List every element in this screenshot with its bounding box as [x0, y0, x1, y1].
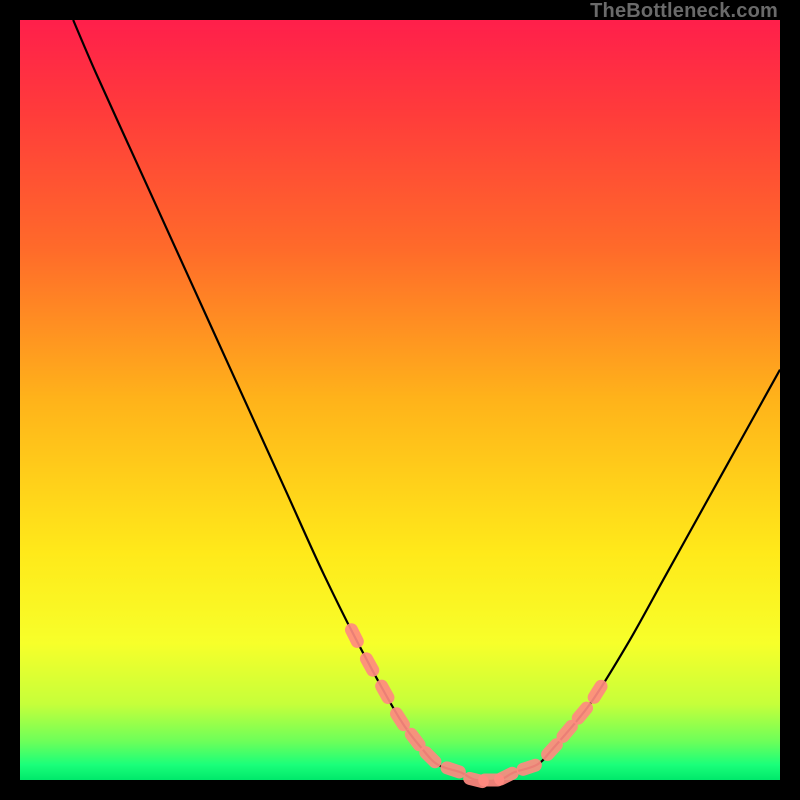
chart-frame: [20, 20, 780, 780]
curve-marker: [373, 677, 397, 706]
curve-markers: [343, 621, 610, 789]
curve-marker: [439, 760, 468, 781]
watermark-text: TheBottleneck.com: [590, 0, 778, 23]
curve-marker: [585, 677, 610, 706]
bottleneck-curve: [73, 20, 780, 781]
bottleneck-curve-path: [73, 20, 780, 781]
curve-marker: [515, 757, 544, 778]
curve-marker: [358, 650, 382, 679]
chart-svg: [20, 20, 780, 780]
curve-marker: [343, 621, 366, 650]
